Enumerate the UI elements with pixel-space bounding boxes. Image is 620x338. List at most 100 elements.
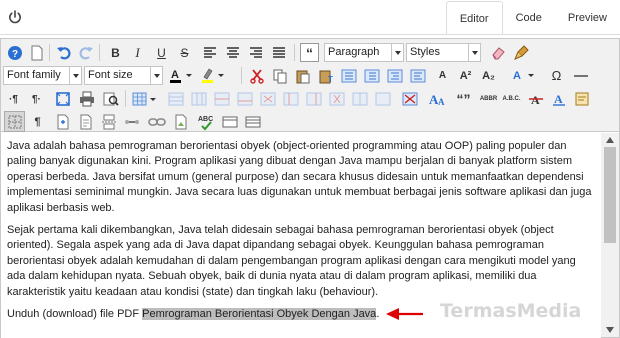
content-paragraph-1: Java adalah bahasa pemrograman berorient… — [7, 140, 592, 214]
visual-aid-icon[interactable] — [4, 111, 25, 132]
underline-button[interactable]: U — [151, 42, 172, 63]
page-break-icon[interactable] — [98, 111, 119, 132]
top-bar: Editor Code Preview — [0, 0, 620, 37]
anchor-icon[interactable] — [121, 111, 142, 132]
font-style-icon[interactable]: AA — [426, 88, 447, 109]
insert-time-icon[interactable] — [242, 111, 263, 132]
scroll-down-icon[interactable] — [601, 323, 619, 337]
undo-icon[interactable] — [53, 42, 74, 63]
power-icon[interactable] — [6, 8, 24, 26]
bold-button[interactable]: B — [105, 42, 126, 63]
image-icon[interactable] — [170, 111, 191, 132]
new-document-icon[interactable] — [26, 42, 47, 63]
align-justify-icon[interactable] — [268, 42, 289, 63]
font-size-select[interactable]: Font size — [84, 66, 163, 85]
deletion-icon[interactable]: A — [525, 88, 546, 109]
outdent-icon[interactable] — [384, 65, 405, 86]
table-cell-props-icon[interactable] — [188, 88, 209, 109]
svg-text:T: T — [328, 75, 333, 84]
horizontal-rule-icon[interactable] — [570, 65, 591, 86]
fullscreen-icon[interactable] — [52, 88, 73, 109]
svg-text:A: A — [438, 97, 445, 107]
abbreviation-icon[interactable]: ABBR — [478, 88, 499, 109]
styles-select[interactable]: Styles — [406, 43, 481, 62]
print-icon[interactable] — [76, 88, 97, 109]
insert-date-icon[interactable] — [219, 111, 240, 132]
table-row-props-icon[interactable] — [165, 88, 186, 109]
svg-text:A: A — [554, 92, 563, 106]
special-character-button[interactable]: Ω — [546, 65, 567, 86]
spellcheck-icon[interactable]: ABC — [195, 111, 216, 132]
text-color-button[interactable]: A — [167, 65, 195, 86]
download-text: Unduh (download) file PDF — [7, 308, 143, 321]
svg-text:A: A — [513, 70, 521, 82]
toolbar-row-2: Font family Font size A T A A² A₂ A Ω — [1, 64, 619, 87]
chevron-down-icon — [69, 67, 81, 84]
chevron-down-icon — [391, 44, 403, 61]
scrollbar-thumb[interactable] — [604, 147, 616, 243]
delete-row-icon[interactable] — [257, 88, 278, 109]
format-select[interactable]: Paragraph — [324, 43, 404, 62]
insert-col-after-icon[interactable] — [303, 88, 324, 109]
insertion-icon[interactable]: A — [548, 88, 569, 109]
link-icon[interactable] — [146, 111, 167, 132]
delete-col-icon[interactable] — [326, 88, 347, 109]
format-painter-icon[interactable] — [511, 42, 532, 63]
strikethrough-button[interactable]: S — [174, 42, 195, 63]
content-paragraph-2: Sejak pertama kali dikembangkan, Java te… — [7, 224, 576, 298]
paste-text-icon[interactable]: T — [315, 65, 336, 86]
view-tabs: Editor Code Preview — [445, 1, 620, 35]
acronym-icon[interactable]: A.B.C. — [501, 88, 522, 109]
template-icon[interactable] — [75, 111, 96, 132]
insert-col-before-icon[interactable] — [280, 88, 301, 109]
tab-code[interactable]: Code — [503, 1, 555, 35]
help-icon[interactable]: ? — [4, 42, 25, 63]
numbered-list-icon[interactable] — [361, 65, 382, 86]
svg-text:?: ? — [11, 49, 17, 60]
format-select-value: Paragraph — [328, 46, 380, 58]
align-right-icon[interactable] — [245, 42, 266, 63]
preview-icon[interactable] — [100, 88, 121, 109]
character-map-button[interactable]: A — [509, 65, 537, 86]
merge-cells-icon[interactable] — [372, 88, 393, 109]
content-scrollbar[interactable] — [601, 133, 619, 337]
scroll-up-icon[interactable] — [601, 133, 619, 147]
ltr-direction-icon[interactable]: ·¶ — [4, 88, 25, 109]
styles-select-value: Styles — [410, 46, 440, 58]
superscript-button[interactable]: A² — [455, 65, 476, 86]
chevron-down-icon — [150, 67, 162, 84]
eraser-icon[interactable] — [487, 42, 508, 63]
watermark: TermasMedia — [440, 300, 582, 322]
tab-editor[interactable]: Editor — [445, 1, 503, 35]
indent-icon[interactable] — [407, 65, 428, 86]
quote-button[interactable]: “” — [453, 88, 474, 109]
subscript-button[interactable]: A₂ — [478, 65, 499, 86]
italic-button[interactable]: I — [127, 42, 148, 63]
align-left-icon[interactable] — [199, 42, 220, 63]
paste-icon[interactable] — [292, 65, 313, 86]
tab-preview[interactable]: Preview — [555, 1, 620, 35]
decrease-font-button[interactable]: A — [432, 65, 453, 86]
font-family-select[interactable]: Font family — [3, 66, 82, 85]
svg-text:A: A — [531, 93, 540, 107]
delete-table-icon[interactable] — [399, 88, 420, 109]
svg-text:A: A — [171, 69, 179, 81]
align-center-icon[interactable] — [222, 42, 243, 63]
attributes-icon[interactable] — [571, 88, 592, 109]
insert-table-button[interactable] — [131, 88, 159, 109]
insert-file-icon[interactable] — [52, 111, 73, 132]
split-cells-icon[interactable] — [349, 88, 370, 109]
rtl-direction-icon[interactable]: ¶· — [27, 88, 48, 109]
copy-icon[interactable] — [269, 65, 290, 86]
highlight-color-button[interactable] — [199, 65, 227, 86]
insert-row-before-icon[interactable] — [211, 88, 232, 109]
bulleted-list-icon[interactable] — [338, 65, 359, 86]
insert-row-after-icon[interactable] — [234, 88, 255, 109]
selected-text[interactable]: Pemrograman Berorientasi Obyek Dengan Ja… — [142, 308, 377, 321]
redo-icon[interactable] — [75, 42, 96, 63]
blockquote-button[interactable]: “ — [300, 43, 319, 62]
cut-icon[interactable] — [246, 65, 267, 86]
rich-text-editor: ? B I U S “ Paragraph Styles Font family… — [0, 38, 620, 338]
toolbar-row-1: ? B I U S “ Paragraph Styles — [1, 41, 619, 64]
show-blocks-button[interactable]: ¶ — [27, 111, 48, 132]
